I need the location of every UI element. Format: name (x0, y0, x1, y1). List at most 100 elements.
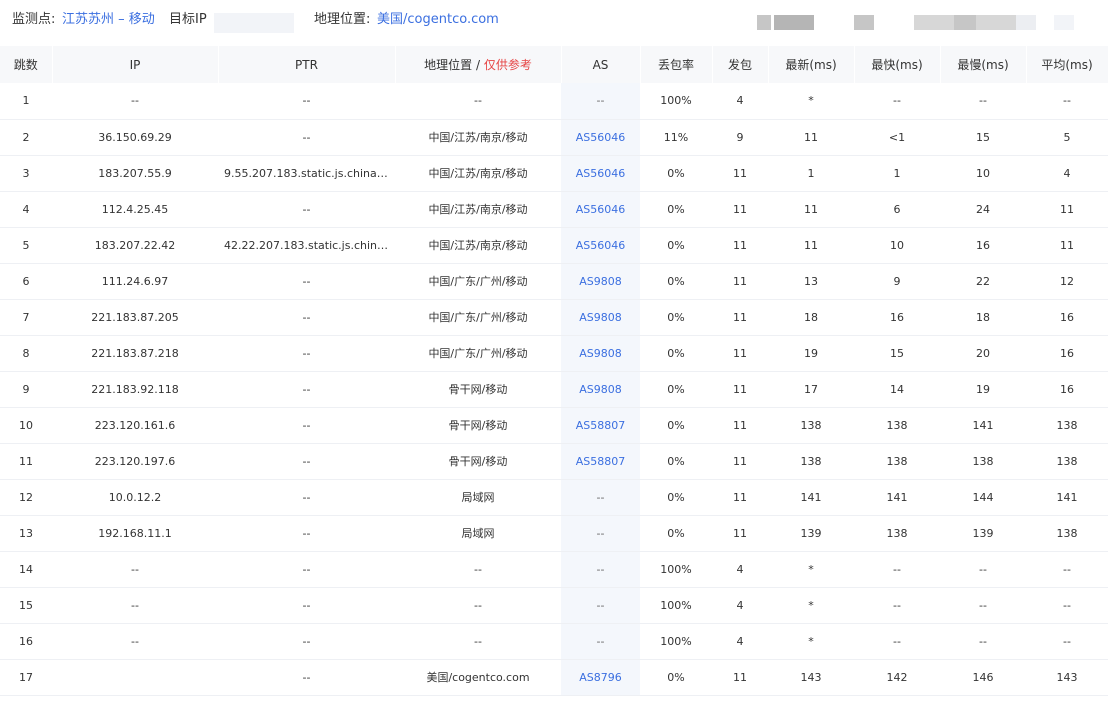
cell-loss: 100% (640, 551, 712, 588)
redacted-block (774, 15, 814, 30)
cell-avg: -- (1026, 83, 1108, 120)
cell-as[interactable]: AS56046 (561, 227, 640, 264)
cell-best: 142 (854, 659, 940, 696)
cell-hop: 3 (0, 155, 52, 192)
cell-hop: 9 (0, 371, 52, 408)
cell-best: 10 (854, 227, 940, 264)
cell-ptr: -- (218, 551, 395, 588)
cell-best: 141 (854, 479, 940, 516)
cell-as[interactable]: AS9808 (561, 335, 640, 372)
cell-worst: 144 (940, 479, 1026, 516)
column-header-hop: 跳数 (0, 46, 53, 83)
cell-best: 138 (854, 515, 940, 552)
cell-sent: 11 (712, 227, 768, 264)
cell-worst: -- (940, 623, 1026, 660)
cell-worst: 18 (940, 299, 1026, 336)
cell-loss: 100% (640, 587, 712, 624)
cell-ip: 183.207.22.42 (52, 227, 218, 264)
cell-last: 138 (768, 407, 854, 444)
cell-geo: 骨干网/移动 (395, 443, 561, 480)
cell-geo: 局域网 (395, 515, 561, 552)
table-row: 1 -- -- -- -- 100% 4 * -- -- -- (0, 83, 1108, 120)
cell-loss: 0% (640, 515, 712, 552)
cell-as[interactable]: AS56046 (561, 119, 640, 156)
cell-loss: 0% (640, 335, 712, 372)
cell-worst: 16 (940, 227, 1026, 264)
cell-sent: 11 (712, 335, 768, 372)
cell-hop: 6 (0, 263, 52, 300)
cell-as[interactable]: AS9808 (561, 263, 640, 300)
redacted-block (914, 15, 954, 30)
cell-as[interactable]: AS56046 (561, 155, 640, 192)
monitor-value[interactable]: 江苏苏州 – 移动 (62, 11, 155, 29)
cell-geo: -- (395, 83, 561, 120)
redacted-block (854, 15, 874, 30)
cell-ip: 112.4.25.45 (52, 191, 218, 228)
cell-sent: 11 (712, 155, 768, 192)
geo-header-note: 仅供参考 (483, 58, 532, 72)
cell-avg: 138 (1026, 515, 1108, 552)
cell-best: 138 (854, 443, 940, 480)
cell-ip (52, 659, 218, 696)
cell-avg: -- (1026, 587, 1108, 624)
cell-loss: 0% (640, 659, 712, 696)
cell-as: -- (561, 479, 640, 516)
cell-geo: 中国/江苏/南京/移动 (395, 155, 561, 192)
cell-last: 19 (768, 335, 854, 372)
cell-as[interactable]: AS8796 (561, 659, 640, 696)
cell-worst: -- (940, 551, 1026, 588)
table-row: 16 -- -- -- -- 100% 4 * -- -- -- (0, 623, 1108, 660)
cell-ip: -- (52, 587, 218, 624)
table-row: 13 192.168.11.1 -- 局域网 -- 0% 11 139 138 139 138 (0, 515, 1108, 552)
cell-last: 139 (768, 515, 854, 552)
cell-ip: 223.120.161.6 (52, 407, 218, 444)
cell-best: -- (854, 623, 940, 660)
cell-geo: 中国/江苏/南京/移动 (395, 227, 561, 264)
cell-avg: -- (1026, 623, 1108, 660)
cell-as[interactable]: AS9808 (561, 299, 640, 336)
cell-best: 1 (854, 155, 940, 192)
cell-sent: 4 (712, 551, 768, 588)
geo-header-label: 地理位置 (424, 58, 473, 72)
cell-worst: 139 (940, 515, 1026, 552)
cell-sent: 11 (712, 443, 768, 480)
redacted-block (757, 15, 771, 30)
cell-last: * (768, 83, 854, 120)
cell-as[interactable]: AS58807 (561, 407, 640, 444)
cell-geo: -- (395, 551, 561, 588)
cell-ip: 221.183.87.218 (52, 335, 218, 372)
cell-as[interactable]: AS58807 (561, 443, 640, 480)
cell-best: -- (854, 83, 940, 120)
cell-last: 138 (768, 443, 854, 480)
table-row: 3 183.207.55.9 9.55.207.183.static.js.chin… (0, 155, 1108, 192)
cell-as[interactable]: AS9808 (561, 371, 640, 408)
cell-avg: 4 (1026, 155, 1108, 192)
cell-sent: 11 (712, 191, 768, 228)
cell-ptr: -- (218, 443, 395, 480)
cell-avg: 143 (1026, 659, 1108, 696)
table-row: 15 -- -- -- -- 100% 4 * -- -- -- (0, 587, 1108, 624)
cell-loss: 100% (640, 83, 712, 120)
cell-ptr: -- (218, 659, 395, 696)
column-header-ptr: PTR (218, 46, 396, 83)
cell-ptr: -- (218, 263, 395, 300)
cell-ptr: -- (218, 83, 395, 120)
column-header-as: AS (561, 46, 641, 83)
cell-last: * (768, 551, 854, 588)
cell-best: -- (854, 587, 940, 624)
cell-best: -- (854, 551, 940, 588)
cell-loss: 0% (640, 443, 712, 480)
cell-ptr: -- (218, 371, 395, 408)
cell-hop: 4 (0, 191, 52, 228)
cell-loss: 0% (640, 407, 712, 444)
cell-as[interactable]: AS56046 (561, 191, 640, 228)
table-row: 10 223.120.161.6 -- 骨干网/移动 AS58807 0% 11 138 138… (0, 407, 1108, 444)
cell-last: 17 (768, 371, 854, 408)
geo-value[interactable]: 美国/cogentco.com (377, 11, 499, 29)
cell-hop: 17 (0, 659, 52, 696)
table-row: 11 223.120.197.6 -- 骨干网/移动 AS58807 0% 11 138 138… (0, 443, 1108, 480)
cell-hop: 16 (0, 623, 52, 660)
cell-sent: 4 (712, 587, 768, 624)
table-header-row: 跳数 IP PTR 地理位置 / 仅供参考 AS 丢包率 发包 最新(ms) 最… (0, 46, 1108, 83)
cell-worst: 19 (940, 371, 1026, 408)
